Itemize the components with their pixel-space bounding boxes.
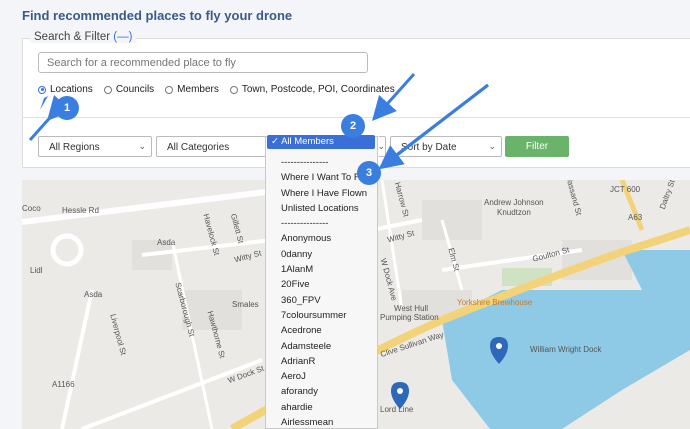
arrow-2 [371,72,416,121]
annotation-badge-3: 3 [357,161,381,185]
arrow-3-head [378,83,489,170]
annotation-badge-2: 2 [341,114,365,138]
annotation-arrows [28,72,489,170]
arrow-1 [28,95,72,141]
annotation-badge-1: 1 [55,96,79,120]
